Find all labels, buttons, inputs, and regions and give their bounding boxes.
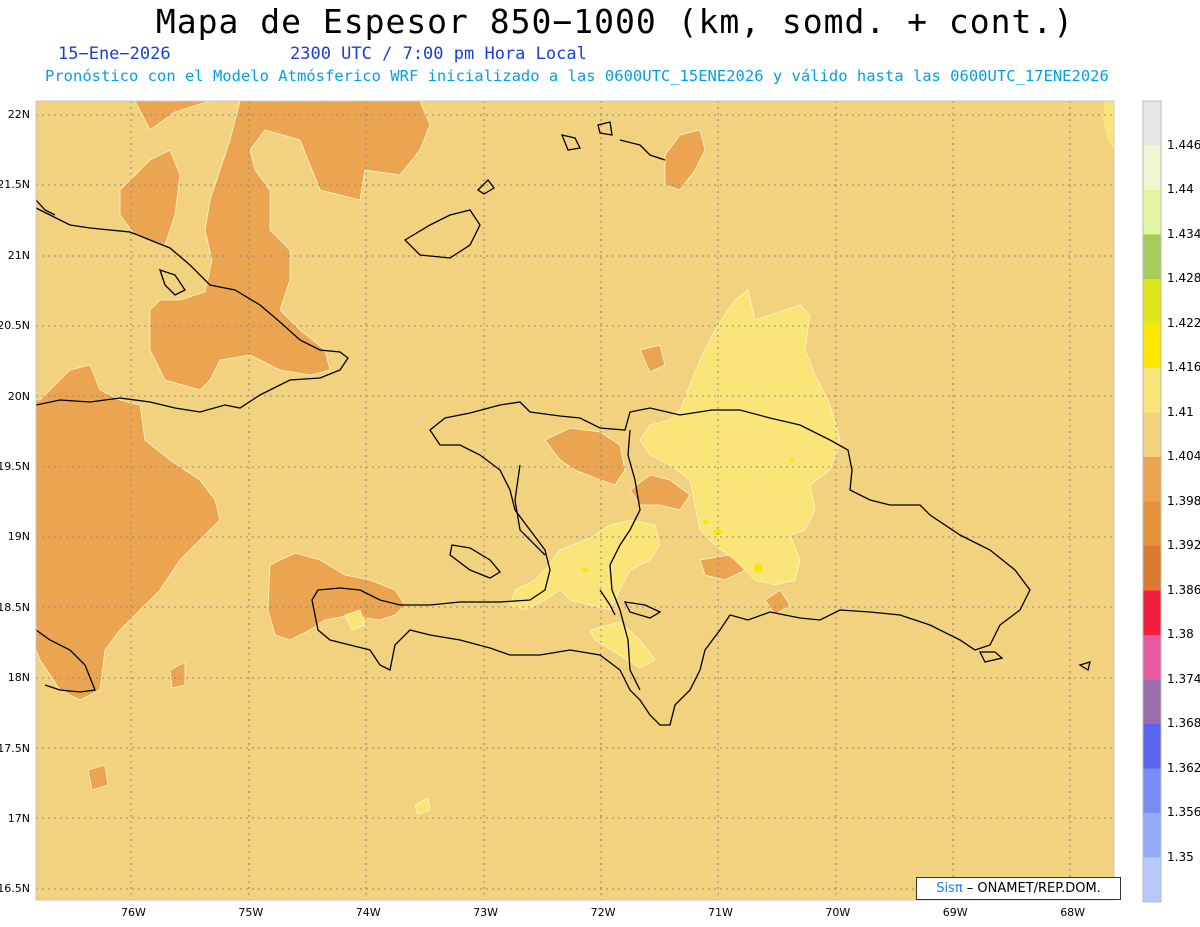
colorbar-label: 1.404: [1167, 449, 1200, 463]
colorbar-swatch: [1143, 857, 1161, 902]
colorbar-label: 1.362: [1167, 760, 1200, 775]
lat-label: 19.5N: [0, 460, 30, 473]
colorbar-swatch: [1143, 190, 1161, 235]
lat-label: 17.5N: [0, 741, 30, 755]
lat-label: 19N: [7, 530, 30, 544]
colorbar-label: 1.422: [1167, 315, 1200, 330]
lon-label: 71W: [708, 906, 733, 919]
colorbar-swatch: [1143, 768, 1161, 813]
lon-label: 73W: [473, 906, 499, 919]
colorbar-label: 1.44: [1167, 182, 1194, 196]
colorbar-label: 1.368: [1167, 716, 1200, 730]
lon-label: 68W: [1060, 906, 1086, 919]
colorbar-label: 1.386: [1167, 582, 1200, 597]
colorbar-swatch: [1143, 145, 1161, 190]
lat-label: 20N: [7, 389, 30, 403]
colorbar-label: 1.374: [1167, 671, 1200, 686]
colorbar-swatch: [1143, 679, 1161, 724]
colorbar-label: 1.398: [1167, 493, 1200, 508]
lat-label: 17N: [7, 812, 30, 825]
lon-label: 72W: [590, 906, 616, 919]
colorbar-swatch: [1143, 501, 1161, 546]
colorbar-label: 1.428: [1167, 271, 1200, 285]
lat-label: 21.5N: [0, 178, 30, 192]
lat-label: 22N: [7, 108, 30, 121]
colorbar: [1142, 100, 1162, 903]
lat-label: 16.5N: [0, 882, 30, 896]
lat-label: 18.5N: [0, 600, 30, 614]
colorbar-label: 1.392: [1167, 538, 1200, 552]
colorbar-label: 1.35: [1167, 849, 1194, 864]
credit-brand: Sisπ: [936, 881, 963, 896]
colorbar-label: 1.356: [1167, 805, 1200, 819]
credit-box: Sisπ – ONAMET/REP.DOM.: [916, 877, 1121, 900]
lat-label: 21N: [7, 248, 30, 262]
colorbar-label: 1.38: [1167, 627, 1194, 641]
colorbar-swatch: [1143, 724, 1161, 769]
lon-label: 70W: [825, 906, 851, 919]
colorbar-swatch: [1143, 101, 1161, 146]
colorbar-swatch: [1143, 323, 1161, 368]
colorbar-swatch: [1143, 412, 1161, 457]
lon-label: 74W: [355, 906, 381, 919]
colorbar-label: 1.416: [1167, 360, 1200, 374]
colorbar-swatch: [1143, 279, 1161, 324]
colorbar-label: 1.446: [1167, 137, 1200, 152]
lat-label: 20.5N: [0, 319, 30, 333]
lon-label: 76W: [121, 906, 146, 919]
colorbar-swatch: [1143, 457, 1161, 502]
colorbar-swatch: [1143, 635, 1161, 680]
lon-label: 75W: [238, 906, 264, 919]
colorbar-swatch: [1143, 813, 1161, 858]
credit-text: – ONAMET/REP.DOM.: [962, 881, 1101, 896]
colorbar-swatch: [1143, 234, 1161, 279]
colorbar-label: 1.41: [1167, 404, 1194, 419]
lon-label: 69W: [942, 906, 968, 919]
colorbar-label: 1.434: [1167, 226, 1200, 241]
lat-label: 18N: [7, 671, 30, 685]
colorbar-swatch: [1143, 368, 1161, 413]
colorbar-swatch: [1143, 546, 1161, 591]
colorbar-swatch: [1143, 590, 1161, 635]
thickness-map: [35, 100, 1162, 903]
